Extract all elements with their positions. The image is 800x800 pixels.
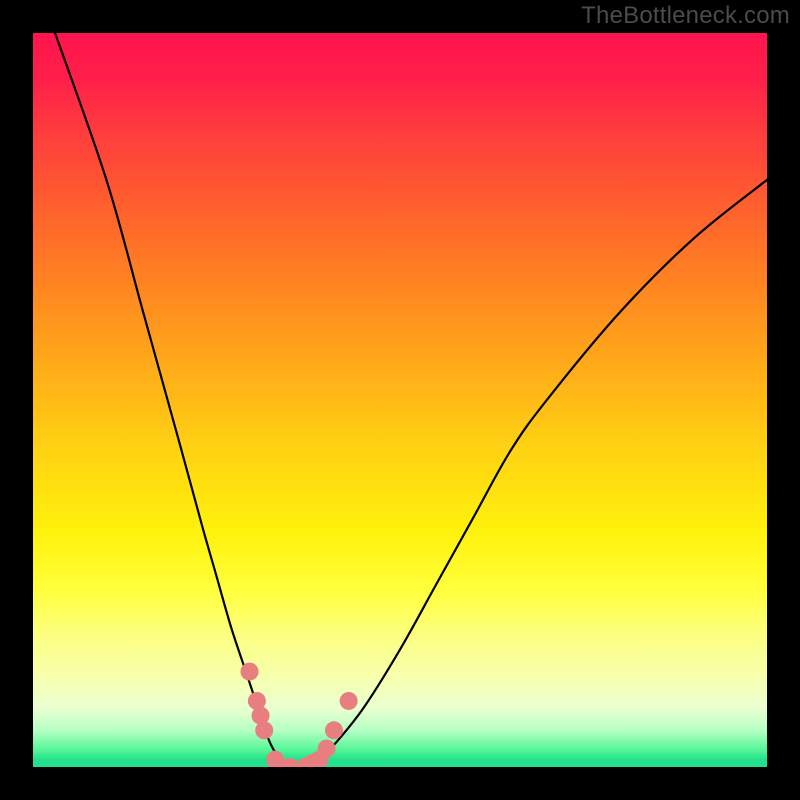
curve-path-group: [55, 33, 767, 767]
marker-dot: [255, 721, 273, 739]
bottleneck-curve: [33, 33, 767, 767]
chart-frame: TheBottleneck.com: [0, 0, 800, 800]
curve-line: [55, 33, 767, 767]
marker-dot: [241, 663, 259, 681]
marker-dot: [340, 692, 358, 710]
plot-area: [33, 33, 767, 767]
marker-dot: [325, 721, 343, 739]
marker-dot: [318, 740, 336, 758]
watermark-text: TheBottleneck.com: [581, 2, 790, 30]
marker-group: [241, 663, 358, 767]
